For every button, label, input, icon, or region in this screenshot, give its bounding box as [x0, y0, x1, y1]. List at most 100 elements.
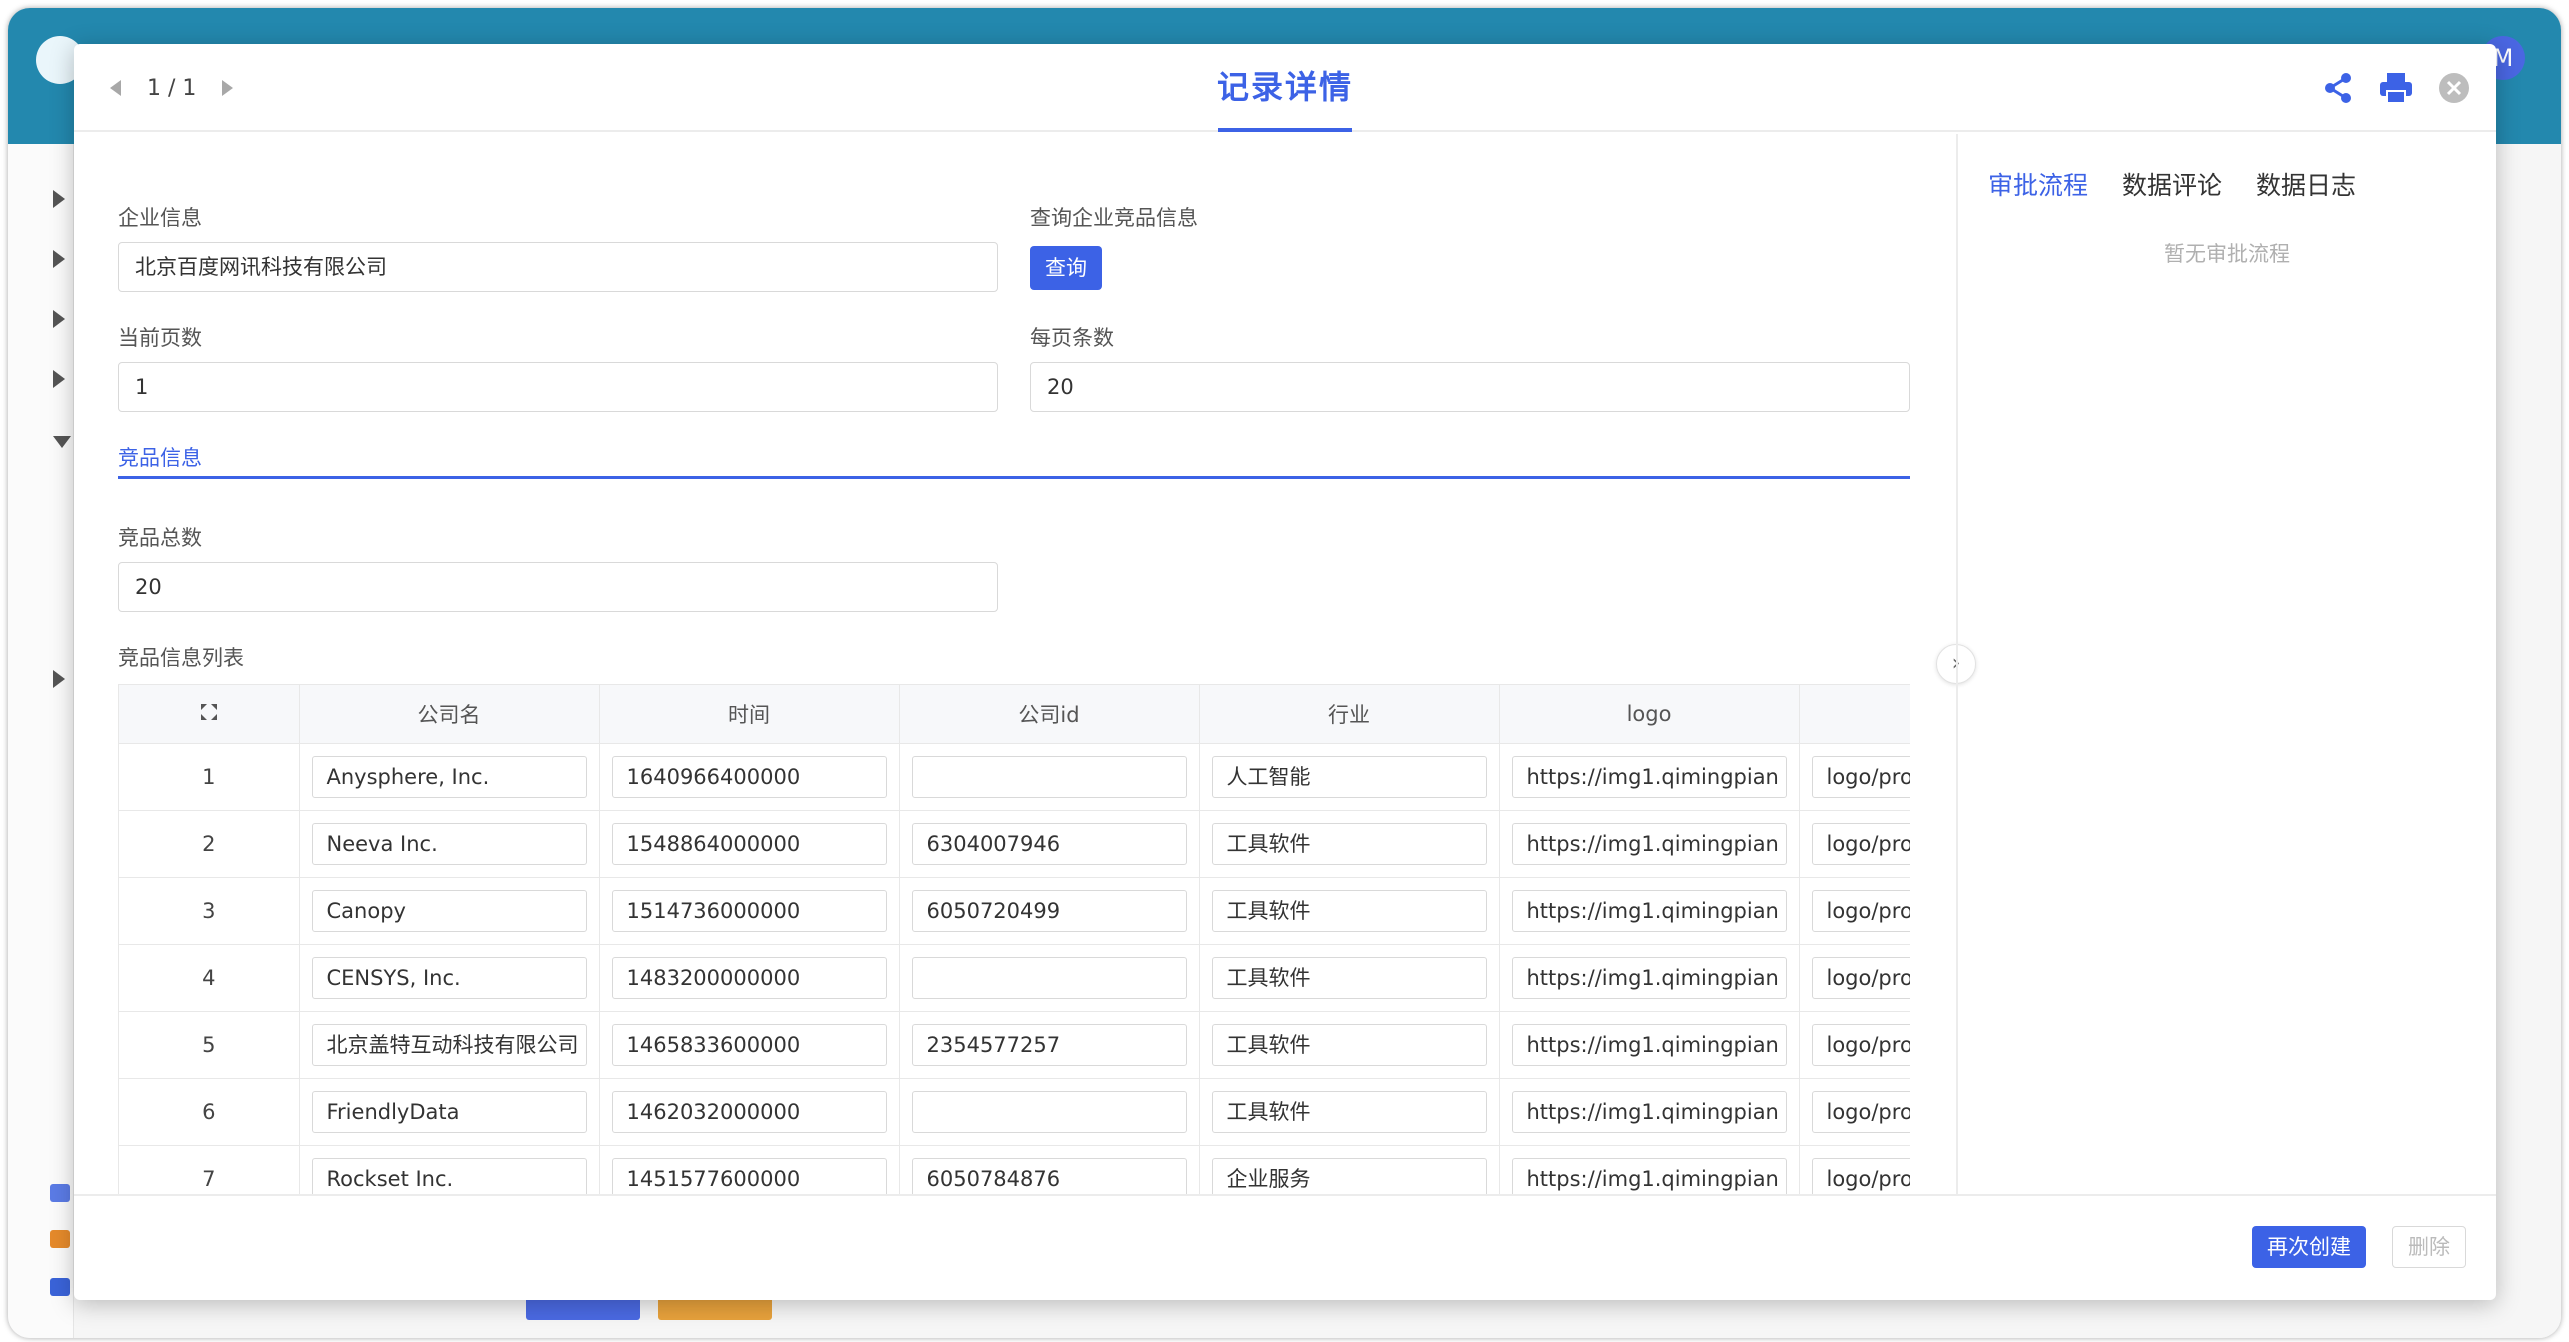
- company-name-input[interactable]: CENSYS, Inc.: [311, 956, 587, 999]
- industry-input[interactable]: 工具软件: [1211, 956, 1487, 999]
- table-row: 6 FriendlyData 1462032000000 工具软件 https:…: [119, 1078, 1910, 1146]
- company-id-input[interactable]: [911, 956, 1187, 999]
- company-field[interactable]: 北京百度网讯科技有限公司: [118, 242, 998, 292]
- logo-path-input[interactable]: logo/product/: [1811, 1023, 1910, 1066]
- total-field[interactable]: 20: [118, 562, 998, 612]
- time-input[interactable]: 1451577600000: [611, 1157, 887, 1194]
- logo-input[interactable]: https://img1.qimingpian: [1511, 956, 1787, 999]
- tab-approval[interactable]: 审批流程: [1988, 166, 2088, 202]
- logo-input[interactable]: https://img1.qimingpian: [1511, 822, 1787, 865]
- time-input[interactable]: 1465833600000: [611, 1023, 887, 1066]
- logo-input[interactable]: https://img1.qimingpian: [1511, 1090, 1787, 1133]
- table-cell: logo/product/: [1799, 944, 1910, 1012]
- industry-input[interactable]: 工具软件: [1211, 822, 1487, 865]
- page-field[interactable]: 1: [118, 362, 998, 412]
- folder-icon[interactable]: [50, 1278, 70, 1296]
- logo-path-input[interactable]: logo/product/: [1811, 1157, 1910, 1194]
- table-row: 1 Anysphere, Inc. 1640966400000 人工智能 htt…: [119, 743, 1910, 811]
- logo-input[interactable]: https://img1.qimingpian: [1511, 1023, 1787, 1066]
- expand-arrow-icon[interactable]: [53, 670, 65, 688]
- company-name-input[interactable]: Rockset Inc.: [311, 1157, 587, 1194]
- time-input[interactable]: 1514736000000: [611, 889, 887, 932]
- time-input[interactable]: 1483200000000: [611, 956, 887, 999]
- table-cell: logo/product/: [1799, 810, 1910, 878]
- column-header[interactable]: logo: [1499, 685, 1800, 744]
- logo-input[interactable]: https://img1.qimingpian: [1511, 1157, 1787, 1194]
- column-header[interactable]: 行业: [1199, 685, 1500, 744]
- share-icon[interactable]: [2318, 68, 2358, 108]
- company-id-input[interactable]: 6050720499: [911, 889, 1187, 932]
- table-cell: https://img1.qimingpian: [1499, 810, 1800, 878]
- logo-input[interactable]: https://img1.qimingpian: [1511, 755, 1787, 798]
- logo-path-input[interactable]: logo/product/: [1811, 755, 1910, 798]
- size-field[interactable]: 20: [1030, 362, 1910, 412]
- table-cell: 北京盖特互动科技有限公司: [299, 1011, 600, 1079]
- close-icon[interactable]: [2434, 68, 2474, 108]
- table-cell: https://img1.qimingpian: [1499, 877, 1800, 945]
- expand-table-cell[interactable]: [119, 685, 300, 744]
- empty-approval-text: 暂无审批流程: [2164, 242, 2290, 266]
- table-cell: 工具软件: [1199, 810, 1500, 878]
- row-index: 2: [119, 810, 300, 878]
- tab-comments[interactable]: 数据评论: [2122, 166, 2222, 202]
- total-label: 竞品总数: [118, 526, 202, 550]
- competitor-table: 公司名 时间 公司id 行业 logo logo 1 Anysphere, In…: [118, 684, 1910, 1194]
- industry-input[interactable]: 工具软件: [1211, 889, 1487, 932]
- modal-footer: 再次创建 删除: [74, 1194, 2496, 1300]
- expand-arrow-icon[interactable]: [53, 250, 65, 268]
- column-header[interactable]: 时间: [599, 685, 900, 744]
- recreate-button[interactable]: 再次创建: [2252, 1226, 2366, 1268]
- expand-arrow-icon[interactable]: [53, 310, 65, 328]
- company-id-input[interactable]: [911, 1090, 1187, 1133]
- table-row: 4 CENSYS, Inc. 1483200000000 工具软件 https:…: [119, 944, 1910, 1012]
- column-header[interactable]: 公司名: [299, 685, 600, 744]
- logo-path-input[interactable]: logo/product/: [1811, 956, 1910, 999]
- query-button[interactable]: 查询: [1030, 246, 1102, 290]
- table-cell: 1514736000000: [599, 877, 900, 945]
- industry-input[interactable]: 人工智能: [1211, 755, 1487, 798]
- company-name-input[interactable]: Anysphere, Inc.: [311, 755, 587, 798]
- column-header[interactable]: logo: [1799, 685, 1910, 744]
- collapse-arrow-icon[interactable]: [53, 436, 71, 448]
- logo-input[interactable]: https://img1.qimingpian: [1511, 889, 1787, 932]
- table-cell: Anysphere, Inc.: [299, 743, 600, 811]
- list-label: 竞品信息列表: [118, 646, 244, 670]
- company-id-input[interactable]: 2354577257: [911, 1023, 1187, 1066]
- table-cell: FriendlyData: [299, 1078, 600, 1146]
- expand-arrow-icon[interactable]: [53, 370, 65, 388]
- table-cell: Neeva Inc.: [299, 810, 600, 878]
- column-header[interactable]: 公司id: [899, 685, 1200, 744]
- company-id-input[interactable]: [911, 755, 1187, 798]
- time-input[interactable]: 1462032000000: [611, 1090, 887, 1133]
- table-cell: logo/product/: [1799, 1078, 1910, 1146]
- expand-icon[interactable]: [200, 703, 218, 721]
- row-index: 4: [119, 944, 300, 1012]
- size-label: 每页条数: [1030, 326, 1114, 350]
- company-name-input[interactable]: 北京盖特互动科技有限公司: [311, 1023, 587, 1066]
- table-cell: logo/product/: [1799, 1011, 1910, 1079]
- delete-button[interactable]: 删除: [2392, 1226, 2466, 1268]
- logo-path-input[interactable]: logo/product/: [1811, 889, 1910, 932]
- logo-path-input[interactable]: logo/product/: [1811, 1090, 1910, 1133]
- company-name-input[interactable]: Canopy: [311, 889, 587, 932]
- company-name-input[interactable]: FriendlyData: [311, 1090, 587, 1133]
- industry-input[interactable]: 工具软件: [1211, 1023, 1487, 1066]
- form-icon[interactable]: [50, 1184, 70, 1202]
- expand-arrow-icon[interactable]: [53, 190, 65, 208]
- print-icon[interactable]: [2376, 68, 2416, 108]
- tab-log[interactable]: 数据日志: [2256, 166, 2356, 202]
- time-input[interactable]: 1548864000000: [611, 822, 887, 865]
- right-panel: 审批流程 数据评论 数据日志 暂无审批流程: [1956, 134, 2496, 1194]
- row-index: 7: [119, 1145, 300, 1194]
- company-name-input[interactable]: Neeva Inc.: [311, 822, 587, 865]
- record-form: 企业信息 北京百度网讯科技有限公司 查询企业竞品信息 查询 当前页数 1 每页条…: [74, 134, 1954, 1194]
- company-id-input[interactable]: 6050784876: [911, 1157, 1187, 1194]
- logo-path-input[interactable]: logo/product/: [1811, 822, 1910, 865]
- industry-input[interactable]: 工具软件: [1211, 1090, 1487, 1133]
- company-id-input[interactable]: 6304007946: [911, 822, 1187, 865]
- table-icon[interactable]: [50, 1230, 70, 1248]
- time-input[interactable]: 1640966400000: [611, 755, 887, 798]
- modal-title: 记录详情: [1216, 68, 1353, 106]
- table-row: 2 Neeva Inc. 1548864000000 6304007946 工具…: [119, 810, 1910, 878]
- industry-input[interactable]: 企业服务: [1211, 1157, 1487, 1194]
